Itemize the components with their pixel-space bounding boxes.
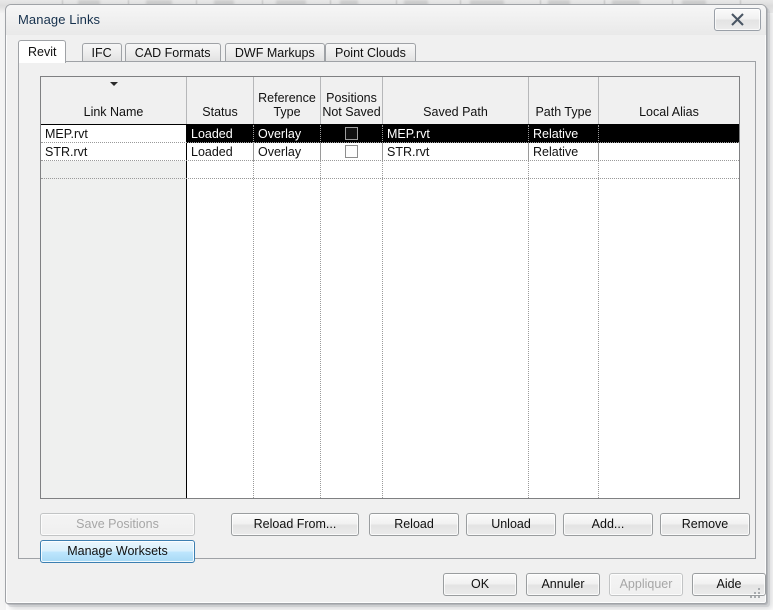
cell-status: Loaded [187, 143, 254, 161]
apply-button[interactable]: Appliquer [609, 573, 683, 596]
title-bar: Manage Links [6, 5, 766, 35]
grip-dot [758, 596, 760, 598]
window-title: Manage Links [18, 12, 101, 27]
column-header-label: Positions Not Saved [322, 91, 381, 119]
table-row[interactable]: STR.rvt Loaded Overlay STR.rvt Relative [41, 143, 739, 161]
column-header-link-name[interactable]: Link Name [41, 77, 187, 124]
column-background [254, 125, 321, 498]
positions-not-saved-checkbox[interactable] [344, 145, 358, 158]
save-positions-button[interactable]: Save Positions [40, 513, 195, 536]
reload-button[interactable]: Reload [369, 513, 459, 536]
cell-saved-path: STR.rvt [383, 143, 529, 161]
column-header-reference-type[interactable]: Reference Type [254, 77, 321, 124]
row-divider [41, 178, 739, 179]
close-x-icon [731, 13, 744, 26]
manage-links-dialog: Manage Links Revit IFC CAD Formats DWF Mark… [5, 4, 767, 604]
cell-saved-path: MEP.rvt [383, 125, 529, 143]
table-body: MEP.rvt Loaded Overlay MEP.rvt Relative STR.r… [41, 125, 739, 498]
cell-positions-not-saved [321, 125, 383, 143]
column-header-label: Status [202, 105, 238, 119]
grip-dot [750, 596, 752, 598]
cell-path-type: Relative [529, 143, 599, 161]
column-header-saved-path[interactable]: Saved Path [383, 77, 529, 124]
cell-path-type: Relative [529, 125, 599, 143]
column-header-label: Reference Type [258, 91, 316, 119]
cell-reference-type: Overlay [254, 125, 321, 143]
dialog-footer: OK Annuler Appliquer Aide [6, 559, 766, 605]
grip-dot [754, 592, 756, 594]
revit-tab-panel: Link Name Status Reference Type Positions N… [18, 61, 756, 563]
cancel-button[interactable]: Annuler [526, 573, 600, 596]
grip-dot [758, 588, 760, 590]
column-background [529, 125, 599, 498]
column-header-label: Local Alias [639, 105, 699, 119]
column-header-label: Saved Path [423, 105, 488, 119]
column-header-local-alias[interactable]: Local Alias [599, 77, 739, 124]
column-header-label: Path Type [535, 105, 592, 119]
grip-dot [754, 596, 756, 598]
column-header-positions-not-saved[interactable]: Positions Not Saved [321, 77, 383, 124]
column-background [599, 125, 739, 498]
positions-not-saved-checkbox[interactable] [344, 127, 358, 140]
cell-local-alias [599, 125, 739, 143]
empty-row [41, 161, 739, 179]
unload-button[interactable]: Unload [466, 513, 556, 536]
cell-reference-type: Overlay [254, 143, 321, 161]
close-button[interactable] [714, 8, 761, 31]
column-background [383, 125, 529, 498]
cell-positions-not-saved [321, 143, 383, 161]
tab-ifc[interactable]: IFC [81, 43, 122, 62]
resize-grip[interactable] [750, 588, 762, 600]
table-row[interactable]: MEP.rvt Loaded Overlay MEP.rvt Relative [41, 125, 739, 143]
tab-strip: Revit IFC CAD Formats DWF Markups Point Clou… [18, 40, 756, 63]
grip-dot [758, 592, 760, 594]
tab-cad-formats[interactable]: CAD Formats [124, 43, 221, 62]
reload-from-button[interactable]: Reload From... [231, 513, 359, 536]
ok-button[interactable]: OK [443, 573, 517, 596]
column-header-status[interactable]: Status [187, 77, 254, 124]
cell-status: Loaded [187, 125, 254, 143]
column-header-label: Link Name [83, 105, 144, 119]
sort-descending-icon [109, 82, 118, 86]
cell-link-name: STR.rvt [41, 143, 187, 161]
tab-point-clouds[interactable]: Point Clouds [325, 43, 416, 62]
tab-revit[interactable]: Revit [18, 40, 67, 63]
cell-link-name: MEP.rvt [41, 125, 187, 143]
add-button[interactable]: Add... [563, 513, 653, 536]
column-background [41, 125, 187, 498]
table-header-row: Link Name Status Reference Type Positions N… [41, 77, 739, 125]
cell-local-alias [599, 143, 739, 161]
remove-button[interactable]: Remove [660, 513, 750, 536]
tab-dwf-markups[interactable]: DWF Markups [224, 43, 325, 62]
column-background [187, 125, 254, 498]
column-header-path-type[interactable]: Path Type [529, 77, 599, 124]
column-background [321, 125, 383, 498]
links-table[interactable]: Link Name Status Reference Type Positions N… [40, 76, 740, 499]
